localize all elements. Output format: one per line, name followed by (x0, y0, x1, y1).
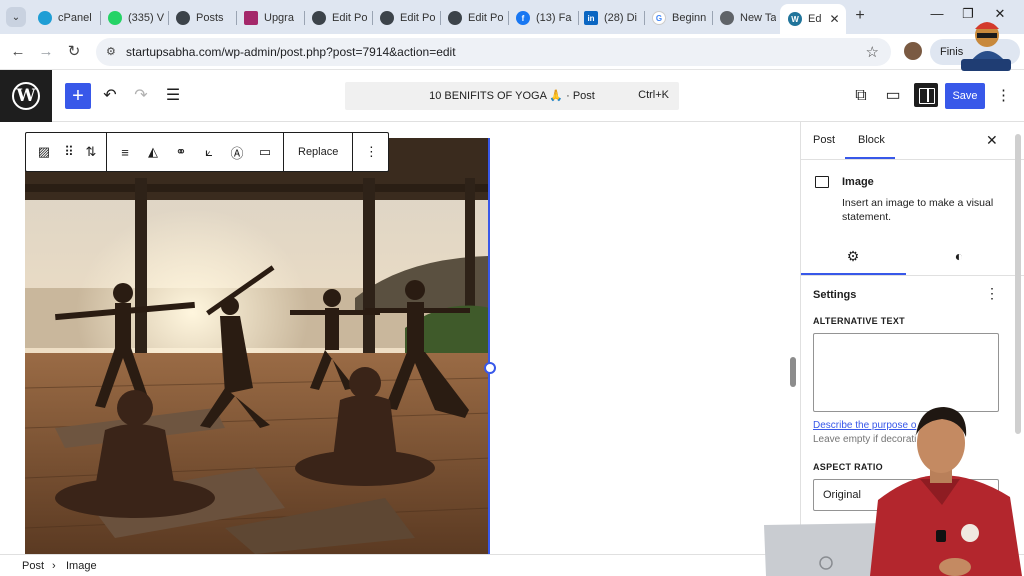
wordpress-logo[interactable]: W (0, 70, 52, 122)
replace-button[interactable]: Replace (288, 137, 348, 167)
document-title: 10 BENIFITS OF YOGA 🙏 · Post (429, 90, 595, 102)
undo-icon[interactable]: ↶ (98, 84, 122, 108)
add-block-button[interactable]: + (65, 83, 91, 109)
wp-admin-icon (312, 11, 326, 25)
chrome-icon (720, 11, 734, 25)
save-button[interactable]: Save (945, 83, 985, 109)
block-toolbar: ▨ ⠿ ⇅ ≡ ◭ ⚭ ⟀ Ⓐ ▭ Replace ⋮ (25, 132, 389, 172)
settings-options-kebab-icon[interactable]: ⋮ (985, 285, 999, 302)
linkedin-icon: in (584, 11, 598, 25)
forward-arrow-icon[interactable]: → (36, 42, 56, 62)
move-up-down-icon[interactable]: ⇅ (80, 137, 102, 167)
browser-tab[interactable]: cPanel (38, 5, 98, 31)
browser-tab[interactable]: f (13) Fa (516, 5, 576, 31)
settings-sidebar-toggle[interactable] (914, 83, 938, 107)
back-arrow-icon[interactable]: ← (8, 42, 28, 62)
alt-text-label: ALTERNATIVE TEXT (813, 316, 905, 326)
close-icon[interactable]: ✕ (986, 132, 998, 149)
url-text: startupsabha.com/wp-admin/post.php?post=… (126, 45, 456, 59)
wp-admin-icon (380, 11, 394, 25)
browser-tab-bar: ⌄ cPanel (335) V Posts Upgra Edit Po Edi… (0, 0, 1024, 34)
sidebar-subtabs: ⚙ ◐ (801, 238, 1024, 276)
google-icon: G (652, 11, 666, 25)
active-subtab-indicator (801, 273, 906, 275)
toolbar-group-options: ⋮ (353, 133, 389, 171)
browser-tab[interactable]: Edit Po (448, 5, 506, 31)
sidebar-tabs: Post Block ✕ (801, 122, 1024, 160)
align-icon[interactable]: ≡ (111, 137, 139, 167)
yoast-icon (244, 11, 258, 25)
breadcrumb-separator: › (52, 560, 56, 572)
new-tab-plus-icon[interactable]: + (850, 6, 870, 26)
site-settings-icon[interactable]: ⚙ (106, 45, 116, 58)
yoga-photo (25, 138, 488, 554)
preview-device-icon[interactable]: ▭ (881, 84, 905, 108)
image-block-icon (815, 176, 829, 188)
presenter-video (764, 407, 1022, 576)
wp-admin-icon (176, 11, 190, 25)
toolbar-group-tools: ≡ ◭ ⚭ ⟀ Ⓐ ▭ (107, 133, 284, 171)
channel-logo-mascot (961, 22, 1011, 71)
settings-gear-icon[interactable]: ⚙ (843, 248, 863, 265)
minimize-icon[interactable]: — (925, 6, 949, 21)
toolbar-group-replace: Replace (284, 133, 354, 171)
crop-icon[interactable]: ⟀ (195, 137, 223, 167)
browser-tab[interactable]: G Beginn (652, 5, 710, 31)
tab-search-chevron-icon[interactable]: ⌄ (6, 7, 26, 27)
image-block-icon[interactable]: ▨ (30, 137, 58, 167)
tab-post[interactable]: Post (813, 134, 835, 146)
browser-tab[interactable]: (335) V (108, 5, 166, 31)
drag-handle-icon[interactable]: ⠿ (58, 137, 80, 167)
wordpress-icon: W (788, 12, 802, 26)
block-title: Image (842, 176, 874, 188)
command-palette-bar[interactable]: 10 BENIFITS OF YOGA 🙏 · Post Ctrl+K (345, 82, 679, 110)
settings-panel-title: Settings (813, 289, 857, 301)
canvas-scrollbar[interactable] (790, 357, 796, 387)
browser-address-row: ← → ↻ ⚙ startupsabha.com/wp-admin/post.p… (0, 34, 1024, 70)
duotone-filter-icon[interactable]: ◭ (139, 137, 167, 167)
address-bar[interactable]: ⚙ startupsabha.com/wp-admin/post.php?pos… (96, 38, 891, 66)
channel-logo (955, 15, 1015, 75)
view-post-external-icon[interactable]: ⧉ (849, 84, 873, 108)
active-tab-indicator (845, 157, 895, 159)
text-overlay-icon[interactable]: Ⓐ (223, 137, 251, 167)
browser-tab[interactable]: in (28) Di (584, 5, 642, 31)
close-icon[interactable]: ✕ (829, 12, 839, 26)
extension-avatar[interactable] (904, 42, 922, 60)
image-block[interactable] (25, 138, 490, 554)
options-kebab-icon[interactable]: ⋮ (996, 84, 1011, 108)
browser-tab[interactable]: Upgra (244, 5, 302, 31)
redo-icon[interactable]: ↷ (129, 84, 153, 108)
more-options-kebab-icon[interactable]: ⋮ (357, 137, 385, 167)
bookmark-star-icon[interactable]: ☆ (866, 43, 879, 61)
editor-canvas: ▨ ⠿ ⇅ ≡ ◭ ⚭ ⟀ Ⓐ ▭ Replace ⋮ (0, 122, 800, 554)
sidebar-scrollbar[interactable] (1015, 134, 1021, 434)
image-resize-handle[interactable] (484, 362, 496, 374)
shortcut-hint: Ctrl+K (638, 89, 669, 101)
whatsapp-icon (108, 11, 122, 25)
block-description: Insert an image to make a visual stateme… (842, 197, 994, 223)
presenter-webcam-overlay (760, 405, 1024, 576)
facebook-icon: f (516, 11, 530, 25)
breadcrumb-image[interactable]: Image (66, 560, 97, 572)
alt-text-input[interactable] (813, 333, 999, 412)
browser-tab[interactable]: Posts (176, 5, 234, 31)
browser-tab[interactable]: Edit Po (312, 5, 370, 31)
cpanel-icon (38, 11, 52, 25)
breadcrumb-post[interactable]: Post (22, 560, 44, 572)
reload-icon[interactable]: ↻ (64, 42, 84, 62)
browser-tab[interactable]: Edit Po (380, 5, 438, 31)
wp-admin-icon (448, 11, 462, 25)
browser-tab-active[interactable]: W Ed ✕ (780, 4, 846, 34)
browser-tab[interactable]: New Ta (720, 5, 776, 31)
link-icon[interactable]: ⚭ (167, 137, 195, 167)
caption-icon[interactable]: ▭ (251, 137, 279, 167)
document-overview-icon[interactable]: ☰ (161, 84, 185, 108)
tab-block[interactable]: Block (858, 134, 885, 146)
styles-contrast-icon[interactable]: ◐ (949, 248, 969, 264)
editor-header: W + ↶ ↷ ☰ 10 BENIFITS OF YOGA 🙏 · Post C… (0, 70, 1024, 122)
toolbar-group-block: ▨ ⠿ ⇅ (26, 133, 107, 171)
wordpress-icon: W (12, 82, 40, 110)
